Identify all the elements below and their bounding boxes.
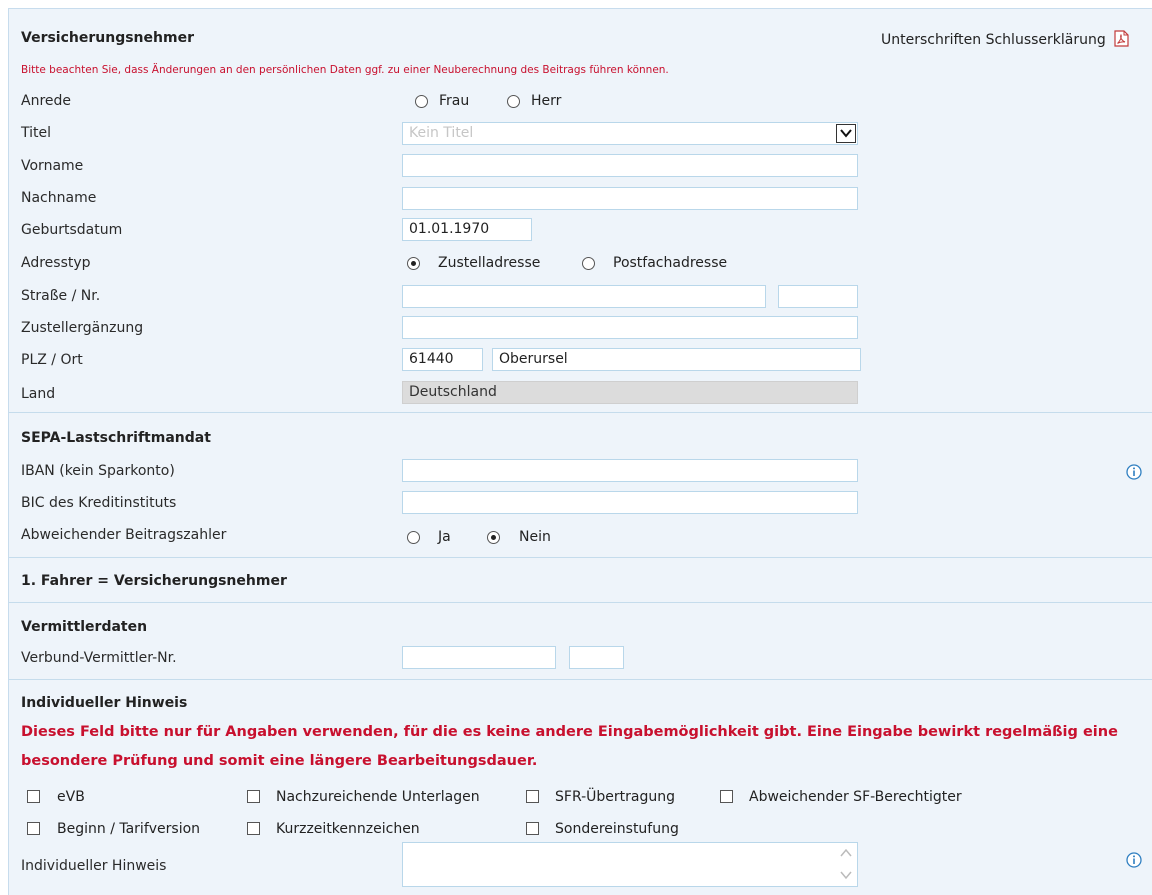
data-change-notice: Bitte beachten Sie, dass Änderungen an d… <box>21 64 669 76</box>
vermittler-nr-input[interactable] <box>402 646 556 669</box>
section-title-fahrer: 1. Fahrer = Versicherungsnehmer <box>21 573 287 589</box>
bic-input[interactable] <box>402 491 858 514</box>
radio-herr[interactable] <box>507 95 520 108</box>
divider <box>9 602 1152 603</box>
label-vorname: Vorname <box>21 158 84 174</box>
radio-frau-label: Frau <box>439 93 470 109</box>
pdf-icon <box>1114 30 1129 51</box>
checkbox-beginn-tarifversion[interactable] <box>27 822 40 835</box>
label-geburtsdatum: Geburtsdatum <box>21 222 123 238</box>
form-panel: Versicherungsnehmer Unterschriften Schlu… <box>8 8 1152 895</box>
vorname-input[interactable] <box>402 154 858 177</box>
land-field: Deutschland <box>402 381 858 404</box>
info-icon[interactable] <box>1126 464 1142 480</box>
individueller-hinweis-textarea[interactable] <box>402 842 858 887</box>
ort-input[interactable]: Oberursel <box>492 348 861 371</box>
checkbox-kurzzeitkennzeichen[interactable] <box>247 822 260 835</box>
vermittler-nr-suffix-input[interactable] <box>569 646 624 669</box>
radio-nein-label: Nein <box>519 529 551 545</box>
radio-postfachadresse[interactable] <box>582 257 595 270</box>
checkbox-sfr-uebertragung[interactable] <box>526 790 539 803</box>
radio-ja[interactable] <box>407 531 420 544</box>
radio-zustelladresse[interactable] <box>407 257 420 270</box>
geburtsdatum-input[interactable]: 01.01.1970 <box>402 218 532 241</box>
label-vermittler-nr: Verbund-Vermittler-Nr. <box>21 650 177 666</box>
titel-select[interactable]: Kein Titel <box>402 122 858 145</box>
radio-ja-label: Ja <box>438 529 451 545</box>
radio-zustelladresse-label: Zustelladresse <box>438 255 541 271</box>
nachname-input[interactable] <box>402 187 858 210</box>
label-abweichender-beitragszahler: Abweichender Beitragszahler <box>21 527 227 543</box>
signature-link-label: Unterschriften Schlusserklärung <box>881 32 1106 48</box>
chevron-down-icon <box>836 124 856 143</box>
section-title-sepa: SEPA-Lastschriftmandat <box>21 430 211 446</box>
plz-input[interactable]: 61440 <box>402 348 483 371</box>
hinweis-warning: Dieses Feld bitte nur für Angaben verwen… <box>21 724 1118 769</box>
label-land: Land <box>21 386 56 402</box>
checkbox-kurzzeitkennzeichen-label: Kurzzeitkennzeichen <box>276 821 420 837</box>
label-nachname: Nachname <box>21 190 97 206</box>
section-title-individueller-hinweis: Individueller Hinweis <box>21 695 188 711</box>
zustellergaenzung-input[interactable] <box>402 316 858 339</box>
divider <box>9 679 1152 680</box>
strasse-input[interactable] <box>402 285 766 308</box>
checkbox-nachzureichende-unterlagen[interactable] <box>247 790 260 803</box>
label-bic: BIC des Kreditinstituts <box>21 495 177 511</box>
checkbox-nachzureichende-unterlagen-label: Nachzureichende Unterlagen <box>276 789 480 805</box>
label-plz-ort: PLZ / Ort <box>21 352 83 368</box>
radio-nein[interactable] <box>487 531 500 544</box>
divider <box>9 412 1152 413</box>
titel-select-value: Kein Titel <box>409 125 474 141</box>
checkbox-beginn-tarifversion-label: Beginn / Tarifversion <box>57 821 201 837</box>
iban-input[interactable] <box>402 459 858 482</box>
radio-herr-label: Herr <box>531 93 562 109</box>
label-strasse: Straße / Nr. <box>21 288 101 304</box>
checkbox-evb-label: eVB <box>57 789 85 805</box>
checkbox-evb[interactable] <box>27 790 40 803</box>
info-icon[interactable] <box>1126 852 1142 868</box>
checkbox-sondereinstufung[interactable] <box>526 822 539 835</box>
checkbox-abweichender-sf-berechtigter[interactable] <box>720 790 733 803</box>
label-anrede: Anrede <box>21 93 72 109</box>
section-title-versicherungsnehmer: Versicherungsnehmer <box>21 30 194 46</box>
radio-postfachadresse-label: Postfachadresse <box>613 255 728 271</box>
label-individueller-hinweis-field: Individueller Hinweis <box>21 858 167 874</box>
label-titel: Titel <box>21 125 52 141</box>
divider <box>9 557 1152 558</box>
label-adresstyp: Adresstyp <box>21 255 91 271</box>
checkbox-abweichender-sf-berechtigter-label: Abweichender SF-Berechtigter <box>749 789 962 805</box>
label-iban: IBAN (kein Sparkonto) <box>21 463 175 479</box>
scrollbar[interactable] <box>837 845 855 883</box>
radio-frau[interactable] <box>415 95 428 108</box>
signature-link[interactable]: Unterschriften Schlusserklärung <box>881 30 1129 51</box>
checkbox-sondereinstufung-label: Sondereinstufung <box>555 821 679 837</box>
checkbox-sfr-uebertragung-label: SFR-Übertragung <box>555 789 675 805</box>
label-zustellergaenzung: Zustellergänzung <box>21 320 144 336</box>
section-title-vermittlerdaten: Vermittlerdaten <box>21 619 148 635</box>
hausnummer-input[interactable] <box>778 285 858 308</box>
